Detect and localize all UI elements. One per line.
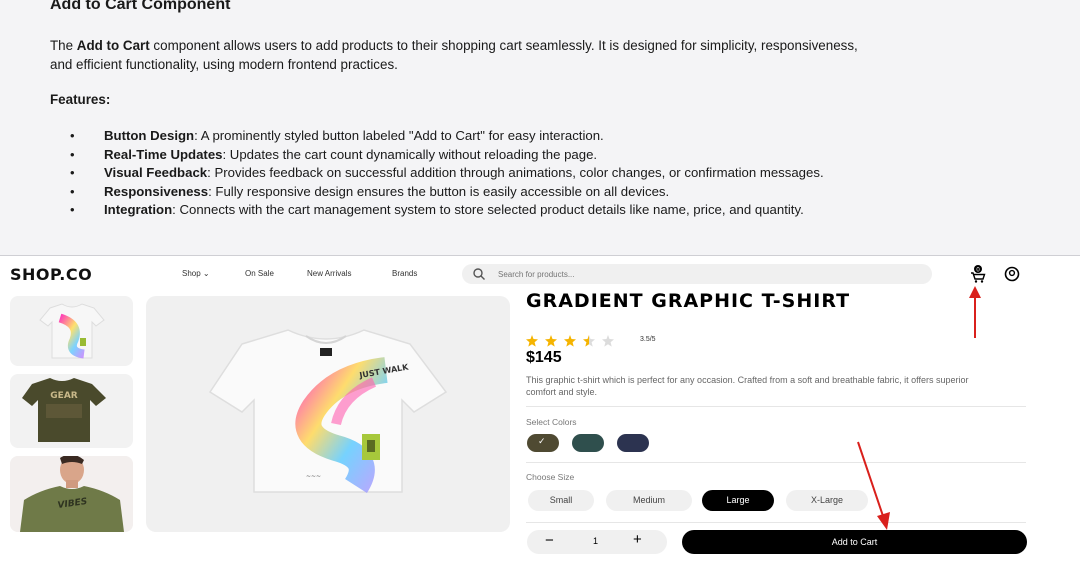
olive-tshirt-thumb-image: GEAR [22,378,106,442]
divider [526,406,1026,407]
feature-term: Visual Feedback [104,165,208,181]
colors-label: Select Colors [526,417,577,427]
model-tshirt-thumb-image: VIBES [10,456,133,532]
star-empty-icon [602,335,614,347]
product-main-image: JUST WALK ~~~ [146,296,510,532]
size-medium-button[interactable]: Medium [606,490,692,511]
intro-bold: Add to Cart [76,38,150,53]
doc-section: Add to Cart Component The Add to Cart co… [0,0,1080,256]
search-bar [462,264,932,284]
rating-text: 3.5/5 [640,336,656,343]
user-icon[interactable] [1004,266,1020,287]
decrease-quantity-button[interactable]: − [545,532,554,549]
intro-rest: component allows users to add products t… [50,38,858,72]
thumb-print-text: GEAR [50,391,78,401]
add-to-cart-button[interactable]: Add to Cart [682,530,1027,554]
svg-text:~~~: ~~~ [306,473,321,480]
feature-item: Integration: Connects with the cart mana… [70,201,824,220]
feature-text: : Fully responsive design ensures the bu… [208,183,670,199]
search-input[interactable] [498,266,898,282]
product-description: This graphic t-shirt which is perfect fo… [526,375,969,397]
check-icon: ✓ [538,436,546,446]
annotation-arrow-up-icon [969,286,981,338]
features-list: Button Design: A prominently styled butt… [70,127,824,220]
quantity-stepper: − 1 + [527,530,667,554]
feature-item: Visual Feedback: Provides feedback on su… [70,164,824,183]
feature-term: Integration [104,202,173,218]
thumbnail-model-tshirt[interactable]: VIBES [10,456,133,532]
thumbnail-olive-tshirt[interactable]: GEAR [10,374,133,448]
color-swatch-navy[interactable] [617,434,649,452]
star-half-icon [583,335,595,347]
feature-text: : Provides feedback on successful additi… [207,165,824,181]
nav-on-sale[interactable]: On Sale [245,269,274,278]
white-tshirt-thumb-image [39,303,105,359]
feature-term: Button Design [104,128,195,143]
search-icon [472,267,486,286]
feature-item: Responsiveness: Fully responsive design … [70,183,824,202]
feature-text: : A prominently styled button labeled "A… [194,128,604,143]
color-swatch-olive[interactable]: ✓ [527,434,559,452]
nav-brands[interactable]: Brands [392,269,417,278]
feature-term: Responsiveness [104,183,209,199]
size-small-button[interactable]: Small [528,490,594,511]
thumbnail-white-tshirt[interactable] [10,296,133,366]
star-icon [564,335,576,347]
feature-text: : Connects with the cart management syst… [172,202,804,218]
star-icon [545,335,557,347]
size-large-button[interactable]: Large [702,490,774,511]
doc-title: Add to Cart Component [50,0,231,13]
quantity-value: 1 [593,536,599,546]
intro-prefix: The [50,38,77,53]
doc-intro: The Add to Cart component allows users t… [50,36,870,74]
size-label: Choose Size [526,472,575,482]
feature-term: Real-Time Updates [104,146,223,162]
nav-shop[interactable]: Shop ⌄ [182,269,210,278]
shop-logo[interactable]: SHOP.CO [10,265,92,284]
features-heading: Features: [50,92,111,107]
divider [526,522,1026,523]
product-price: $145 [526,349,562,366]
star-icon [526,335,538,347]
feature-item: Button Design: A prominently styled butt… [70,127,824,146]
color-swatch-teal[interactable] [572,434,604,452]
feature-item: Real-Time Updates: Updates the cart coun… [70,146,824,165]
nav-new-arrivals[interactable]: New Arrivals [307,269,351,278]
annotation-arrow-down-icon [857,441,890,530]
divider [526,462,1026,463]
feature-text: : Updates the cart count dynamically wit… [222,146,598,162]
navbar: SHOP.CO Shop ⌄ On Sale New Arrivals Bran… [0,257,1080,293]
product-title: GRADIENT GRAPHIC T-SHIRT [526,290,851,312]
increase-quantity-button[interactable]: + [633,531,642,548]
